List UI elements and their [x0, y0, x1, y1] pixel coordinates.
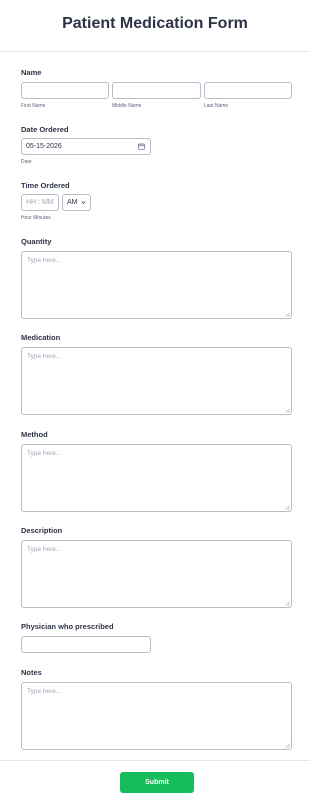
middle-name-input[interactable]: [112, 82, 201, 99]
method-textarea[interactable]: Type here...: [21, 444, 292, 512]
chevron-down-icon: [80, 201, 86, 205]
description-label: Description: [21, 526, 63, 535]
form-header: Patient Medication Form: [0, 0, 310, 52]
medication-label: Medication: [21, 333, 61, 342]
medication-placeholder: Type here...: [27, 353, 62, 360]
first-name-input[interactable]: [21, 82, 109, 99]
page-title: Patient Medication Form: [62, 15, 248, 32]
date-value: 05-15-2026: [26, 143, 62, 150]
ampm-select[interactable]: AM: [62, 194, 91, 211]
date-input[interactable]: 05-15-2026: [21, 138, 151, 155]
time-input[interactable]: HH : MM: [21, 194, 59, 211]
description-placeholder: Type here...: [27, 546, 62, 553]
notes-textarea[interactable]: Type here...: [21, 682, 292, 750]
quantity-label: Quantity: [21, 237, 52, 246]
ampm-value: AM: [67, 199, 78, 206]
first-name-sublabel: First Name: [21, 103, 46, 109]
medication-textarea[interactable]: Type here...: [21, 347, 292, 415]
notes-placeholder: Type here...: [27, 688, 62, 695]
time-ordered-label: Time Ordered: [21, 181, 70, 190]
resize-handle-icon[interactable]: [285, 312, 290, 317]
quantity-placeholder: Type here...: [27, 257, 62, 264]
name-label: Name: [21, 68, 42, 77]
last-name-input[interactable]: [204, 82, 292, 99]
form-footer: Submit: [0, 760, 310, 808]
resize-handle-icon[interactable]: [285, 505, 290, 510]
time-sublabel: Hour Minutes: [21, 215, 51, 221]
description-textarea[interactable]: Type here...: [21, 540, 292, 608]
resize-handle-icon[interactable]: [285, 743, 290, 748]
physician-input[interactable]: [21, 636, 151, 653]
time-placeholder: HH : MM: [26, 199, 54, 206]
calendar-icon[interactable]: [138, 143, 145, 150]
resize-handle-icon[interactable]: [285, 601, 290, 606]
middle-name-sublabel: Middle Name: [112, 103, 142, 109]
notes-label: Notes: [21, 668, 42, 677]
method-placeholder: Type here...: [27, 450, 62, 457]
date-ordered-label: Date Ordered: [21, 125, 69, 134]
resize-handle-icon[interactable]: [285, 408, 290, 413]
physician-label: Physician who prescribed: [21, 622, 114, 631]
submit-button[interactable]: Submit: [120, 772, 194, 793]
last-name-sublabel: Last Name: [204, 103, 229, 109]
date-sublabel: Date: [21, 159, 32, 165]
quantity-textarea[interactable]: Type here...: [21, 251, 292, 319]
method-label: Method: [21, 430, 48, 439]
